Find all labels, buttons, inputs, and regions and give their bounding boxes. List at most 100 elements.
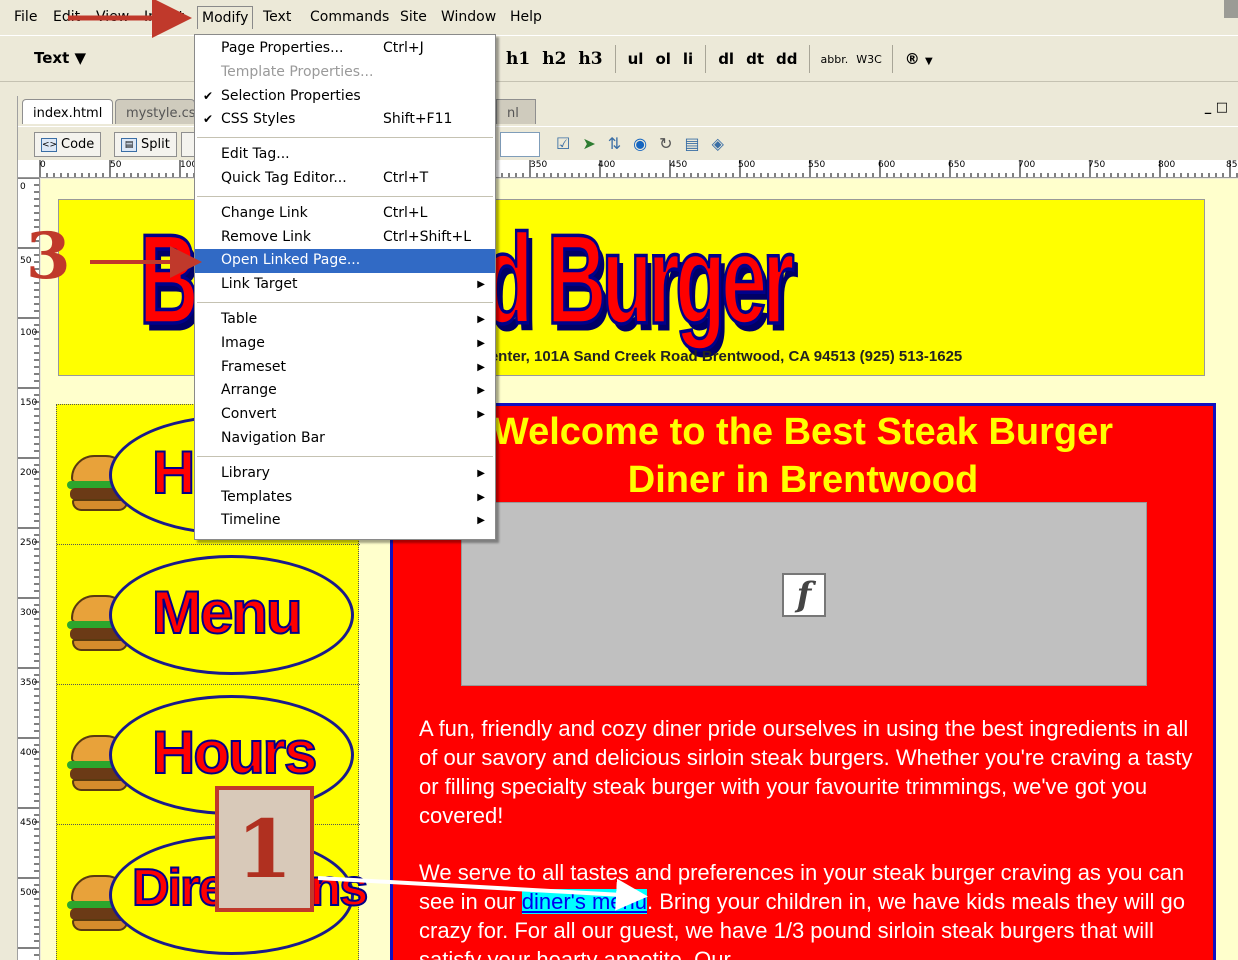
- menu-item-css-styles[interactable]: ✔ CSS Styles Shift+F11: [195, 108, 495, 132]
- flash-icon: f: [782, 573, 826, 617]
- title-input[interactable]: [500, 132, 540, 157]
- menu-item-change-link[interactable]: Change Link Ctrl+L: [195, 202, 495, 226]
- dt-button[interactable]: dt: [740, 50, 770, 68]
- menu-item-link-target[interactable]: Link Target ▶: [195, 273, 495, 297]
- menu-item-open-linked-page[interactable]: Open Linked Page...: [195, 249, 495, 274]
- menu-site[interactable]: Site: [400, 9, 427, 25]
- divider: [891, 45, 893, 73]
- ruler-label: 650: [948, 160, 966, 170]
- code-label: Code: [61, 137, 95, 152]
- nav-item-menu[interactable]: Menu: [57, 545, 360, 685]
- flash-placeholder[interactable]: f: [461, 502, 1147, 686]
- ruler-label: 0: [40, 160, 46, 170]
- menu-separator: [197, 195, 493, 197]
- menu-item-arrange[interactable]: Arrange ▶: [195, 379, 495, 403]
- ruler-vertical: 0 50 100 150 200 250 300 350 400 450 500: [18, 178, 40, 960]
- menu-item-label: Page Properties...: [221, 40, 344, 56]
- tab-index-html[interactable]: index.html: [22, 99, 114, 124]
- tab-mystyle-css[interactable]: mystyle.css: [115, 99, 195, 124]
- h1-button[interactable]: h1: [500, 49, 536, 69]
- ruler-label: 50: [110, 160, 122, 170]
- ruler-label: 100: [20, 328, 38, 338]
- code-view-button[interactable]: <> Code: [34, 132, 102, 157]
- menu-item-quick-tag-editor[interactable]: Quick Tag Editor... Ctrl+T: [195, 167, 495, 191]
- menu-item-image[interactable]: Image ▶: [195, 332, 495, 356]
- refresh-icon[interactable]: ↻: [659, 134, 672, 153]
- split-icon: ▤: [121, 137, 137, 152]
- dd-button[interactable]: dd: [770, 50, 803, 68]
- text-tag-buttons: h1 h2 h3 ul ol li dl dt dd abbr. W3C ® ▼: [500, 44, 939, 74]
- menu-item-template-properties: Template Properties...: [195, 61, 495, 85]
- li-button[interactable]: li: [677, 50, 699, 68]
- menu-item-label: Template Properties...: [221, 63, 374, 80]
- w3c-button[interactable]: W3C: [852, 53, 886, 66]
- characters-button[interactable]: ® ▼: [899, 50, 939, 68]
- modify-menu-dropdown: Page Properties... Ctrl+J Template Proper…: [194, 34, 496, 540]
- menu-file[interactable]: File: [14, 9, 37, 25]
- menu-item-page-properties[interactable]: Page Properties... Ctrl+J: [195, 37, 495, 61]
- menu-item-label: Change Link: [221, 204, 308, 221]
- welcome-line-2: Diner in Brentwood: [627, 459, 979, 501]
- window-controls[interactable]: _ □: [1205, 100, 1228, 115]
- submenu-arrow-icon: ▶: [477, 361, 485, 373]
- nav-item-hours[interactable]: Hours: [57, 685, 360, 825]
- ruler-label: 200: [20, 468, 38, 478]
- diners-menu-link[interactable]: diner's menu: [521, 889, 647, 914]
- submenu-arrow-icon: ▶: [477, 279, 485, 291]
- menu-item-timeline[interactable]: Timeline ▶: [195, 509, 495, 533]
- ruler-label: 500: [20, 888, 38, 898]
- tab-partial[interactable]: nl: [496, 99, 536, 124]
- menu-item-table[interactable]: Table ▶: [195, 308, 495, 332]
- ruler-label: 450: [20, 818, 38, 828]
- validate-icon[interactable]: ☑: [556, 134, 570, 153]
- preview-browser-icon[interactable]: ◉: [633, 134, 647, 153]
- divider: [809, 45, 811, 73]
- view-options-icon[interactable]: ▤: [685, 134, 700, 153]
- menu-separator: [197, 301, 493, 303]
- dl-button[interactable]: dl: [712, 50, 740, 68]
- menu-help[interactable]: Help: [510, 9, 542, 25]
- left-frame: [0, 96, 18, 960]
- menu-item-edit-tag[interactable]: Edit Tag...: [195, 143, 495, 167]
- h3-button[interactable]: h3: [572, 49, 608, 69]
- menu-window[interactable]: Window: [441, 9, 496, 25]
- ul-button[interactable]: ul: [622, 50, 650, 68]
- toolbar-icons: ☑ ➤ ⇅ ◉ ↻ ▤ ◈: [556, 134, 724, 153]
- menu-item-navigation-bar[interactable]: Navigation Bar: [195, 427, 495, 451]
- menu-insert[interactable]: Insert: [144, 9, 184, 25]
- nav-label: Menu: [151, 578, 304, 647]
- menu-item-label: Table: [221, 310, 258, 327]
- divider: [705, 45, 707, 73]
- menu-commands[interactable]: Commands: [310, 9, 389, 25]
- annotation-step-3: 3: [26, 219, 71, 294]
- visual-aids-icon[interactable]: ◈: [712, 134, 724, 153]
- ruler-label: 350: [530, 160, 548, 170]
- ol-button[interactable]: ol: [649, 50, 676, 68]
- menu-item-label: Selection Properties: [221, 87, 361, 104]
- submenu-arrow-icon: ▶: [477, 491, 485, 503]
- abbr-button[interactable]: abbr.: [816, 53, 852, 66]
- browser-check-icon[interactable]: ➤: [582, 134, 595, 153]
- ruler-label: 250: [20, 538, 38, 548]
- menu-item-remove-link[interactable]: Remove Link Ctrl+Shift+L: [195, 226, 495, 250]
- ruler-ticks: [18, 178, 39, 956]
- menu-item-label: Templates: [221, 488, 293, 505]
- insert-category-dropdown[interactable]: Text ▼: [34, 49, 86, 67]
- menu-edit[interactable]: Edit: [53, 9, 80, 25]
- submenu-arrow-icon: ▶: [477, 313, 485, 325]
- menu-modify[interactable]: Modify: [197, 6, 254, 29]
- h2-button[interactable]: h2: [536, 49, 572, 69]
- menu-item-selection-properties[interactable]: ✔ Selection Properties: [195, 85, 495, 109]
- ruler-label: 800: [1158, 160, 1176, 170]
- menu-item-library[interactable]: Library ▶: [195, 462, 495, 486]
- menu-item-label: Image: [221, 334, 265, 351]
- menu-item-convert[interactable]: Convert ▶: [195, 403, 495, 427]
- menu-item-templates[interactable]: Templates ▶: [195, 486, 495, 510]
- split-view-button[interactable]: ▤ Split: [114, 132, 177, 157]
- menu-text[interactable]: Text: [263, 9, 291, 25]
- menu-item-frameset[interactable]: Frameset ▶: [195, 356, 495, 380]
- main-content: Welcome to the Best Steak Burger Diner i…: [390, 403, 1216, 960]
- nav-item-directions[interactable]: Directions: [57, 825, 369, 960]
- menu-view[interactable]: View: [96, 9, 129, 25]
- file-management-icon[interactable]: ⇅: [608, 134, 621, 153]
